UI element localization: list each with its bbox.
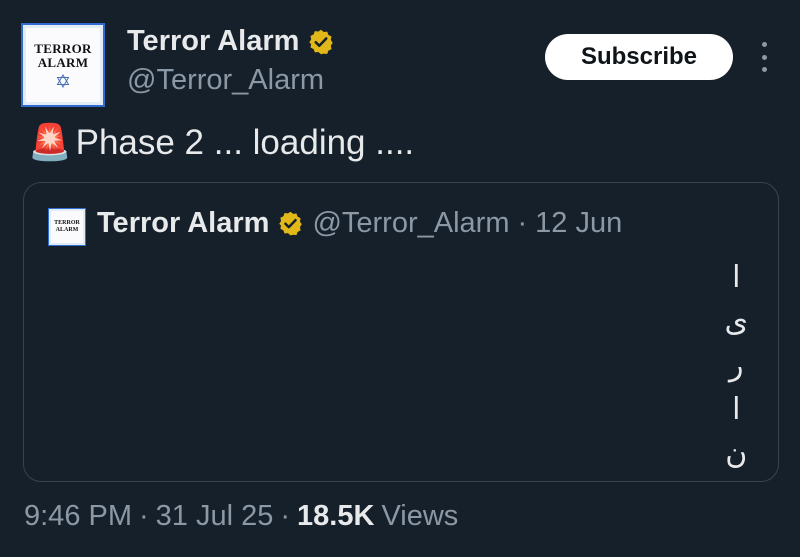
quoted-avatar-line-1: TERROR (54, 220, 80, 227)
tweet-meta: 9:46 PM · 31 Jul 25 · 18.5K Views (24, 500, 458, 533)
quoted-date: 12 Jun (535, 207, 623, 239)
more-options-icon[interactable] (756, 42, 772, 72)
more-dot (761, 42, 767, 47)
subscribe-button[interactable]: Subscribe (545, 34, 733, 80)
siren-emoji-icon: 🚨 (28, 123, 72, 162)
quoted-verified-badge-icon (279, 211, 303, 236)
views-label: Views (381, 500, 459, 532)
quoted-avatar: TERROR ALARM (48, 208, 86, 246)
quoted-header: Terror Alarm @Terror_Alarm · 12 Jun (97, 207, 622, 240)
avatar-line-2: ALARM (37, 55, 89, 70)
more-dot (761, 54, 767, 60)
meta-separator: · (139, 500, 149, 532)
quoted-separator: · (517, 207, 528, 239)
tweet-body: Phase 2 ... loading .... (75, 122, 415, 162)
star-of-david-icon (56, 73, 70, 88)
author-handle[interactable]: @Terror_Alarm (127, 64, 324, 97)
quoted-tweet-card[interactable]: TERROR ALARM Terror Alarm @Terror_Alarm … (23, 182, 779, 482)
avatar-line-1: TERROR (34, 41, 92, 57)
vertical-letter: ن (725, 436, 748, 471)
tweet-date[interactable]: 31 Jul 25 (156, 500, 274, 533)
avatar[interactable]: TERROR ALARM (21, 23, 105, 107)
quoted-vertical-text: ا ی ر ا ن (725, 257, 748, 475)
vertical-letter: ا (732, 392, 741, 427)
vertical-letter: ر (729, 348, 744, 383)
quoted-handle: @Terror_Alarm (312, 207, 510, 239)
display-name[interactable]: Terror Alarm (127, 25, 299, 58)
author-name-row[interactable]: Terror Alarm (127, 25, 335, 58)
more-dot (761, 67, 767, 72)
quoted-avatar-line-2: ALARM (55, 227, 79, 233)
tweet-text: 🚨 Phase 2 ... loading .... (28, 122, 414, 163)
verified-badge-icon[interactable] (307, 28, 335, 56)
quoted-display-name: Terror Alarm (97, 207, 270, 239)
meta-separator: · (280, 500, 291, 532)
views-count[interactable]: 18.5K (297, 500, 374, 533)
tweet-page: TERROR ALARM Terror Alarm @Terror_Alarm … (0, 0, 800, 557)
tweet-time[interactable]: 9:46 PM (24, 500, 132, 533)
vertical-letter: ا (732, 260, 741, 295)
vertical-letter: ی (724, 304, 748, 339)
